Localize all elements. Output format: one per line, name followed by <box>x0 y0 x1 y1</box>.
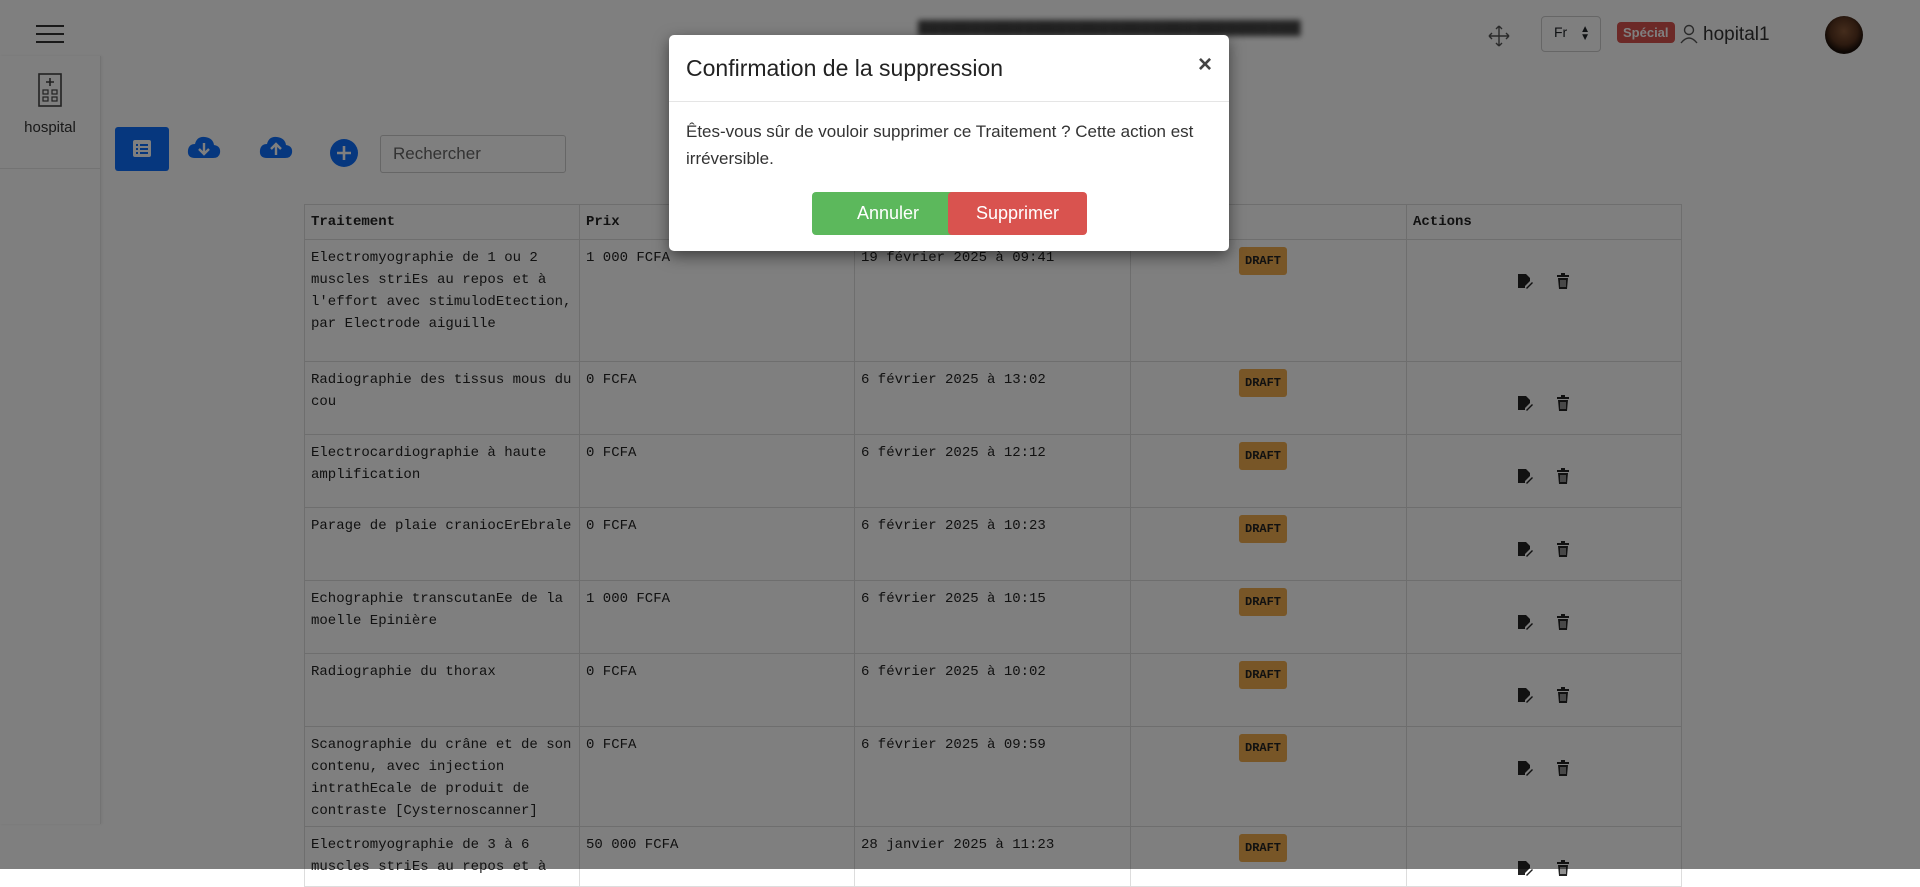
modal-title: Confirmation de la suppression <box>686 55 1004 81</box>
modal-message: Êtes-vous sûr de vouloir supprimer ce Tr… <box>686 122 1194 168</box>
modal-header: Confirmation de la suppression × <box>669 35 1229 102</box>
cancel-button[interactable]: Annuler <box>812 192 964 235</box>
delete-confirmation-modal: Confirmation de la suppression × Êtes-vo… <box>669 35 1229 251</box>
close-icon[interactable]: × <box>1198 51 1212 79</box>
delete-button[interactable]: Supprimer <box>948 192 1087 235</box>
